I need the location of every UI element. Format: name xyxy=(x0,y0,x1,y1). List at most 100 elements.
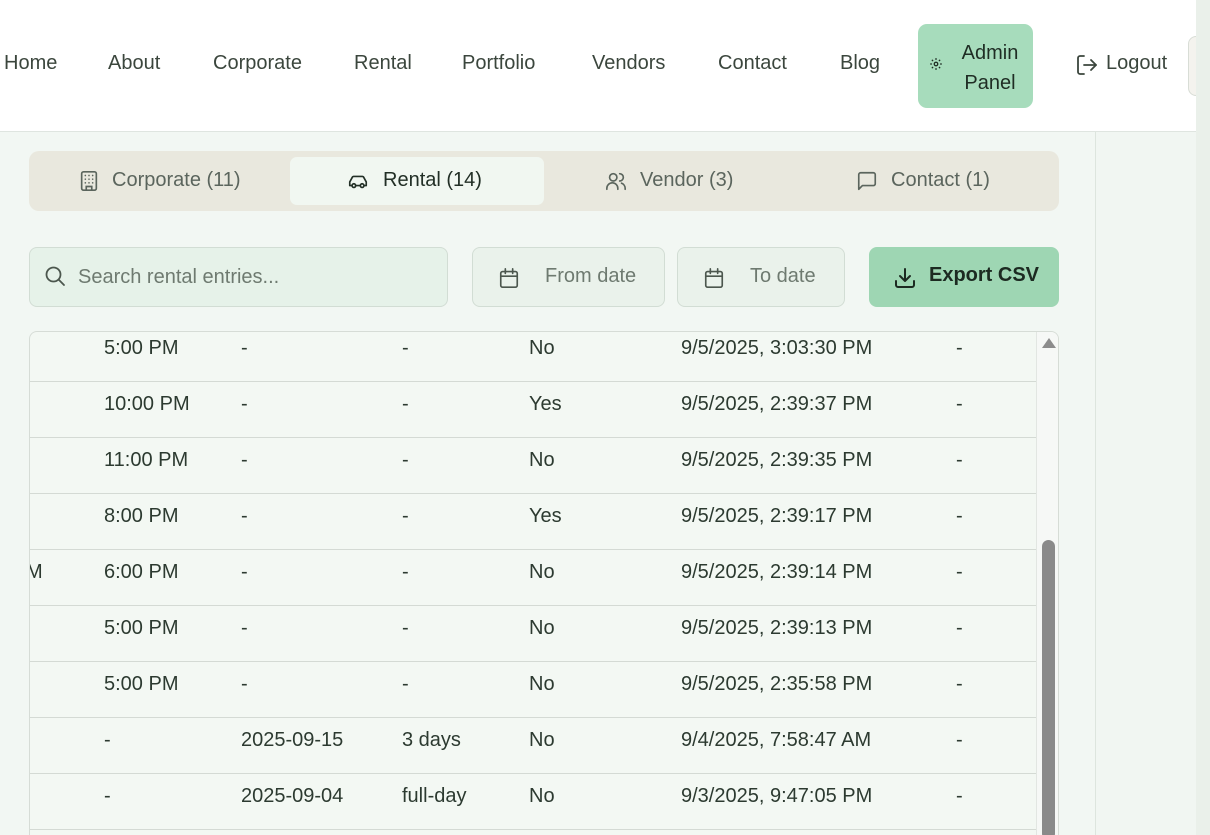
table-cell: - xyxy=(241,393,248,415)
table-cell: - xyxy=(956,449,963,471)
table-cell: - xyxy=(402,393,409,415)
nav-link-portfolio[interactable]: Portfolio xyxy=(462,52,535,75)
nav-link-about[interactable]: About xyxy=(108,52,160,75)
table-cell: 9/4/2025, 7:58:47 AM xyxy=(681,729,872,751)
table-cell: No xyxy=(529,785,555,807)
table-cell: - xyxy=(402,561,409,583)
table-cell: No xyxy=(529,617,555,639)
search-box xyxy=(29,247,448,307)
car-icon xyxy=(348,175,368,189)
to-date-picker[interactable]: To date xyxy=(677,247,845,307)
scroll-thumb[interactable] xyxy=(1042,540,1055,835)
table-row[interactable]: - 2025-09-15 3 days No 9/4/2025, 7:58:47 AM - xyxy=(30,718,1036,774)
admin-label-line2: Panel xyxy=(964,72,1016,94)
building-icon xyxy=(80,171,98,191)
export-csv-label: Export CSV xyxy=(929,264,1040,286)
table-cell: I xyxy=(30,337,32,360)
table-cell: - xyxy=(956,673,963,695)
table-cell: - xyxy=(402,337,409,359)
rental-entries-table: I 5:00 PM - - No 9/5/2025, 3:03:30 PM - I 10:00 … xyxy=(29,331,1059,835)
table-cell: - xyxy=(956,785,963,807)
table-row[interactable]: I 5:00 PM - - No 9/5/2025, 2:35:58 PM - xyxy=(30,662,1036,718)
tab-vendor[interactable]: Vendor (3) xyxy=(546,157,799,205)
table-cell: I xyxy=(30,449,32,472)
table-cell: No xyxy=(529,449,555,471)
table-cell: I xyxy=(30,617,32,640)
table-cell: - xyxy=(956,561,963,583)
table-row[interactable]: I 5:00 PM - - No 9/5/2025, 3:03:30 PM - xyxy=(30,332,1036,382)
table-row[interactable]: I 8:00 PM - - Yes 9/5/2025, 2:39:17 PM - xyxy=(30,494,1036,550)
table-row[interactable]: I 5:00 PM - - No 9/5/2025, 2:39:13 PM - xyxy=(30,606,1036,662)
table-cell: 5:00 PM xyxy=(104,673,179,695)
table-cell: 10:00 PM xyxy=(104,393,190,415)
nav-link-home[interactable]: Home xyxy=(4,52,57,75)
table-cell: - xyxy=(402,617,409,639)
table-cell: - xyxy=(241,505,248,527)
table-cell: - xyxy=(402,449,409,471)
tab-vendor-label: Vendor (3) xyxy=(640,169,734,191)
table-cell: 9/5/2025, 2:39:37 PM xyxy=(681,393,873,415)
table-cell: - xyxy=(956,393,963,415)
table-cell: - xyxy=(241,673,248,695)
scroll-up-arrow[interactable] xyxy=(1042,338,1056,348)
tab-contact[interactable]: Contact (1) xyxy=(801,157,1053,205)
table-cell: 6:00 PM xyxy=(104,561,179,583)
logout-label: Logout xyxy=(1106,52,1168,74)
table-row[interactable]: I 10:00 PM - - Yes 9/5/2025, 2:39:37 PM - xyxy=(30,382,1036,438)
nav-link-vendors[interactable]: Vendors xyxy=(592,52,665,75)
calendar-icon xyxy=(499,268,519,288)
table-cell: 2025-09-15 xyxy=(241,729,344,751)
table-cell: - xyxy=(241,449,248,471)
table-cell: - xyxy=(241,617,248,639)
table-cell: - xyxy=(956,337,963,359)
admin-panel-label: Admin Panel xyxy=(950,38,1030,98)
table-cell: 9/3/2025, 9:47:05 PM xyxy=(681,785,873,807)
side-panel xyxy=(1095,132,1196,835)
table-cell: Yes xyxy=(529,393,562,415)
table-cell: 9/5/2025, 2:39:14 PM xyxy=(681,561,873,583)
table-cell: 9/5/2025, 2:39:13 PM xyxy=(681,617,873,639)
table-scrollbar[interactable] xyxy=(1036,332,1058,835)
export-csv-button[interactable]: Export CSV xyxy=(869,247,1059,307)
tab-rental[interactable]: Rental (14) xyxy=(290,157,544,205)
table-cell: 11:00 PM xyxy=(104,449,189,471)
tab-contact-label: Contact (1) xyxy=(891,169,990,191)
entry-type-tabs: Corporate (11) Rental (14) Vendor (3) Co… xyxy=(29,151,1059,211)
admin-label-line1: Admin xyxy=(961,42,1019,64)
nav-link-rental[interactable]: Rental xyxy=(354,52,412,75)
logout-icon xyxy=(1077,55,1097,75)
search-input[interactable] xyxy=(78,263,438,291)
table-cell: 8:00 PM xyxy=(104,505,179,527)
table-cell: 9/5/2025, 2:39:17 PM xyxy=(681,505,873,527)
table-cell: I xyxy=(30,393,32,416)
admin-panel-button[interactable]: Admin Panel xyxy=(918,24,1033,108)
table-cell: - xyxy=(956,505,963,527)
table-cell: 9/5/2025, 2:39:35 PM xyxy=(681,449,873,471)
nav-link-corporate[interactable]: Corporate xyxy=(213,52,302,75)
table-row[interactable]: M 6:00 PM - - No 9/5/2025, 2:39:14 PM - xyxy=(30,550,1036,606)
users-icon xyxy=(606,172,626,191)
table-cell: 9/5/2025, 2:35:58 PM xyxy=(681,673,873,695)
from-date-picker[interactable]: From date xyxy=(472,247,665,307)
table-row[interactable]: I 11:00 PM - - No 9/5/2025, 2:39:35 PM - xyxy=(30,438,1036,494)
table-cell: No xyxy=(529,337,555,359)
table-cell: - xyxy=(241,561,248,583)
table-row[interactable]: - 2025-09-04 full-day No 9/3/2025, 9:47:05 P… xyxy=(30,774,1036,830)
table-cell: 2025-09-04 xyxy=(241,785,344,807)
nav-link-blog[interactable]: Blog xyxy=(840,52,880,75)
to-date-label: To date xyxy=(750,265,816,287)
nav-link-contact[interactable]: Contact xyxy=(718,52,787,75)
table-cell: 9/5/2025, 3:03:30 PM xyxy=(681,337,873,359)
table-cell: Yes xyxy=(529,505,562,527)
table-cell: - xyxy=(104,785,111,807)
table-cell: 5:00 PM xyxy=(104,337,179,359)
page-edge-strip xyxy=(1196,0,1210,835)
table-cell: - xyxy=(956,729,963,751)
tab-corporate[interactable]: Corporate (11) xyxy=(35,157,288,205)
top-navbar: Home About Corporate Rental Portfolio Ve… xyxy=(0,0,1210,132)
table-cell: - xyxy=(104,729,111,751)
table-cell: M xyxy=(30,561,43,584)
table-cell: No xyxy=(529,729,555,751)
table-cell: - xyxy=(402,673,409,695)
table-cell: No xyxy=(529,673,555,695)
